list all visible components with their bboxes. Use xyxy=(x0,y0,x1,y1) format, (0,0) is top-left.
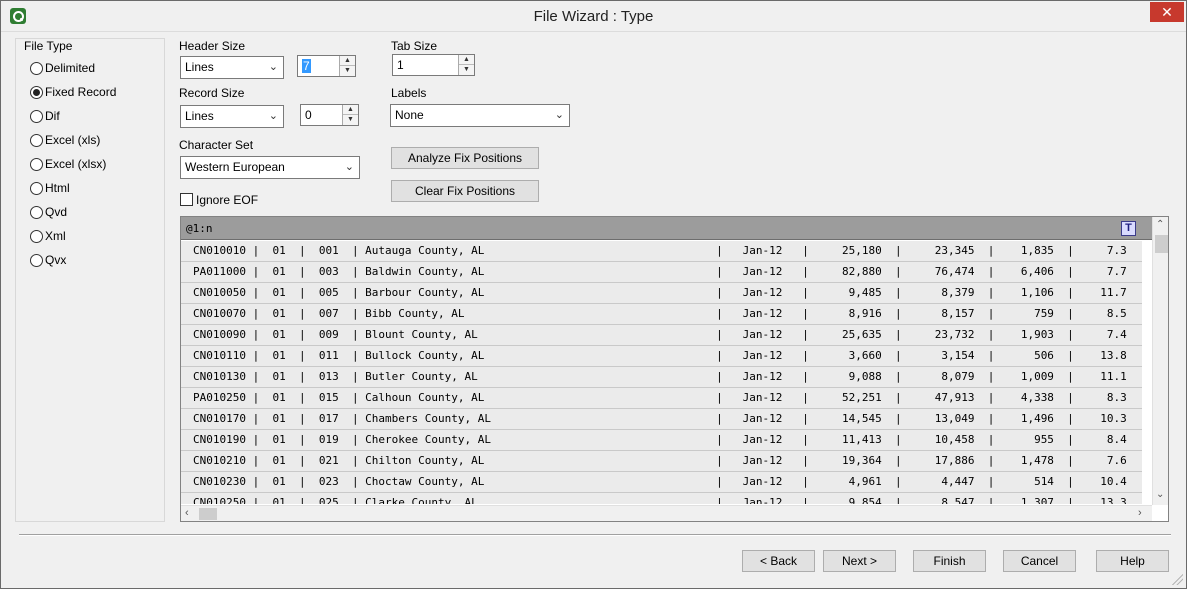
file-type-label: File Type xyxy=(23,39,74,53)
tab-size-value[interactable]: 1 xyxy=(397,58,404,72)
table-row[interactable]: CN010010 | 01 | 001 | Autauga County, AL… xyxy=(181,241,1142,262)
radio-excel-xlsx-circle[interactable] xyxy=(30,158,43,171)
grid-header-text: @1:n xyxy=(186,222,213,235)
grid-rows: CN010010 | 01 | 001 | Autauga County, AL… xyxy=(181,241,1142,504)
cancel-button[interactable]: Cancel xyxy=(1003,550,1076,572)
character-set-select[interactable]: Western European ⌄ xyxy=(180,156,360,179)
chevron-down-icon: ⌄ xyxy=(268,110,278,122)
table-row[interactable]: CN010050 | 01 | 005 | Barbour County, AL… xyxy=(181,283,1142,304)
footer-divider xyxy=(19,534,1171,536)
radio-dif-circle[interactable] xyxy=(30,110,43,123)
table-row[interactable]: CN010170 | 01 | 017 | Chambers County, A… xyxy=(181,409,1142,430)
ignore-eof-label: Ignore EOF xyxy=(196,193,259,207)
ignore-eof-checkbox[interactable] xyxy=(180,193,193,206)
spin-up-icon[interactable]: ▲ xyxy=(343,105,358,115)
help-button[interactable]: Help xyxy=(1096,550,1169,572)
chevron-down-icon: ⌄ xyxy=(344,161,354,173)
tab-size-label: Tab Size xyxy=(391,39,438,53)
finish-button[interactable]: Finish xyxy=(913,550,986,572)
table-row[interactable]: CN010190 | 01 | 019 | Cherokee County, A… xyxy=(181,430,1142,451)
close-button[interactable]: ✕ xyxy=(1150,2,1184,22)
clear-fix-positions-button[interactable]: Clear Fix Positions xyxy=(391,180,539,202)
title-bar: File Wizard : Type ✕ xyxy=(1,1,1186,32)
table-row[interactable]: PA011000 | 01 | 003 | Baldwin County, AL… xyxy=(181,262,1142,283)
radio-fixed-record-circle[interactable] xyxy=(30,86,43,99)
header-size-label: Header Size xyxy=(179,39,246,53)
table-row[interactable]: CN010130 | 01 | 013 | Butler County, AL … xyxy=(181,367,1142,388)
spin-up-icon[interactable]: ▲ xyxy=(340,56,355,66)
horizontal-scroll-thumb[interactable] xyxy=(199,508,217,520)
record-size-label: Record Size xyxy=(179,86,245,100)
labels-label: Labels xyxy=(391,86,427,100)
tab-size-spinner[interactable]: 1 ▲ ▼ xyxy=(392,54,475,76)
radio-qvx-circle[interactable] xyxy=(30,254,43,267)
chevron-down-icon: ⌄ xyxy=(554,109,564,121)
resize-grip-icon[interactable] xyxy=(1169,571,1183,585)
spin-down-icon[interactable]: ▼ xyxy=(343,115,358,125)
scroll-left-icon[interactable]: ‹ xyxy=(185,507,189,519)
radio-delimited-circle[interactable] xyxy=(30,62,43,75)
spin-down-icon[interactable]: ▼ xyxy=(340,66,355,76)
grid-header[interactable]: @1:n T xyxy=(181,217,1168,240)
radio-qvd-circle[interactable] xyxy=(30,206,43,219)
table-row[interactable]: CN010250 | 01 | 025 | Clarke County, AL … xyxy=(181,493,1142,504)
file-wizard-window: File Wizard : Type ✕ File Type Delimited… xyxy=(0,0,1187,589)
chevron-down-icon: ⌄ xyxy=(268,61,278,73)
radio-xml-circle[interactable] xyxy=(30,230,43,243)
window-title: File Wizard : Type xyxy=(533,8,654,25)
character-set-label: Character Set xyxy=(179,138,254,152)
table-row[interactable]: PA010250 | 01 | 015 | Calhoun County, AL… xyxy=(181,388,1142,409)
scroll-right-icon[interactable]: › xyxy=(1138,507,1142,519)
table-row[interactable]: CN010070 | 01 | 007 | Bibb County, AL | … xyxy=(181,304,1142,325)
vertical-scroll-thumb[interactable] xyxy=(1155,235,1168,253)
radio-excel-xls-circle[interactable] xyxy=(30,134,43,147)
labels-select[interactable]: None ⌄ xyxy=(390,104,570,127)
scroll-down-icon[interactable]: ⌄ xyxy=(1156,489,1164,500)
radio-html-circle[interactable] xyxy=(30,182,43,195)
record-size-unit-select[interactable]: Lines ⌄ xyxy=(180,105,284,128)
table-row[interactable]: CN010090 | 01 | 009 | Blount County, AL … xyxy=(181,325,1142,346)
text-type-icon[interactable]: T xyxy=(1121,221,1136,236)
table-row[interactable]: CN010110 | 01 | 011 | Bullock County, AL… xyxy=(181,346,1142,367)
next-button[interactable]: Next > xyxy=(823,550,896,572)
table-row[interactable]: CN010230 | 01 | 023 | Choctaw County, AL… xyxy=(181,472,1142,493)
vertical-scrollbar[interactable]: ⌃ ⌄ xyxy=(1152,217,1168,505)
spin-up-icon[interactable]: ▲ xyxy=(459,55,474,65)
spin-down-icon[interactable]: ▼ xyxy=(459,65,474,75)
scroll-up-icon[interactable]: ⌃ xyxy=(1156,219,1164,230)
table-row[interactable]: CN010210 | 01 | 021 | Chilton County, AL… xyxy=(181,451,1142,472)
analyze-fix-positions-button[interactable]: Analyze Fix Positions xyxy=(391,147,539,169)
horizontal-scrollbar[interactable]: ‹ › xyxy=(181,505,1152,521)
preview-grid[interactable]: @1:n T CN010010 | 01 | 001 | Autauga Cou… xyxy=(180,216,1169,522)
record-size-value[interactable]: 0 xyxy=(305,108,312,122)
back-button[interactable]: < Back xyxy=(742,550,815,572)
header-size-unit-select[interactable]: Lines ⌄ xyxy=(180,56,284,79)
record-size-spinner[interactable]: 0 ▲ ▼ xyxy=(300,104,359,126)
header-size-spinner[interactable]: 7 ▲ ▼ xyxy=(297,55,356,77)
header-size-value[interactable]: 7 xyxy=(302,59,311,73)
